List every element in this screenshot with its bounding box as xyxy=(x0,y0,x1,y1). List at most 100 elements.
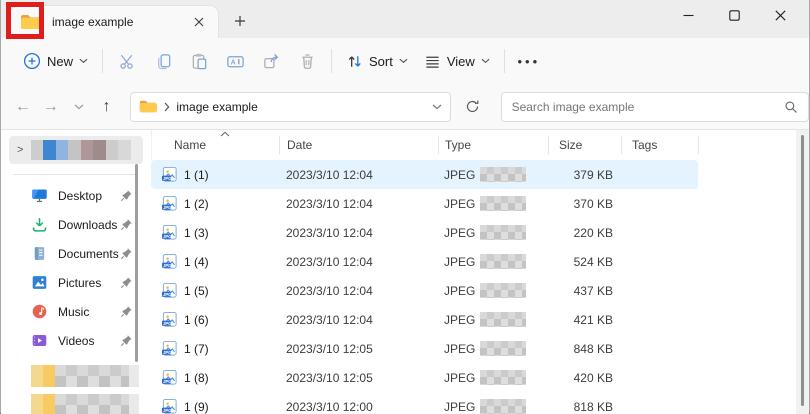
breadcrumb-path[interactable]: image example xyxy=(176,100,431,114)
paste-icon xyxy=(190,52,209,71)
new-tab-button[interactable] xyxy=(227,8,253,34)
sidebar-item-videos[interactable]: Videos xyxy=(1,326,151,355)
sidebar-item-documents[interactable]: Documents xyxy=(1,239,151,268)
chevron-right-icon[interactable]: > xyxy=(17,144,23,156)
search-box[interactable] xyxy=(501,92,809,122)
rename-button[interactable]: A xyxy=(217,45,253,77)
sidebar-item-pictures[interactable]: Pictures xyxy=(1,268,151,297)
file-type: JPEG xyxy=(438,254,548,269)
back-button[interactable]: ← xyxy=(9,93,37,121)
table-row[interactable]: JPG 1 (1) 2023/3/10 12:04 JPEG 379 KB xyxy=(151,160,698,189)
redacted-blur xyxy=(480,341,526,356)
recent-locations-button[interactable] xyxy=(65,93,93,121)
sidebar-divider xyxy=(13,174,137,175)
forward-button[interactable]: → xyxy=(37,93,65,121)
toolbar-separator xyxy=(102,49,103,73)
pin-icon xyxy=(120,189,133,202)
address-bar-row: ← → ↑ image example xyxy=(1,84,809,130)
file-type: JPEG xyxy=(438,283,548,298)
jpg-file-icon: JPG xyxy=(161,224,178,241)
paste-button[interactable] xyxy=(181,45,217,77)
svg-text:JPG: JPG xyxy=(163,379,171,384)
svg-text:JPG: JPG xyxy=(163,350,171,355)
file-name: 1 (6) xyxy=(184,313,209,327)
file-type: JPEG xyxy=(438,196,548,211)
more-options-button[interactable]: ••• xyxy=(511,45,547,77)
breadcrumb-bar[interactable]: image example xyxy=(130,92,450,122)
redacted-blur xyxy=(480,312,526,327)
sidebar-item-music[interactable]: Music xyxy=(1,297,151,326)
sidebar-item-downloads[interactable]: Downloads xyxy=(1,210,151,239)
file-date: 2023/3/10 12:04 xyxy=(279,226,438,240)
sidebar-item-redacted[interactable]: > xyxy=(9,136,143,164)
new-button[interactable]: New xyxy=(15,46,96,76)
table-row[interactable]: JPG 1 (2) 2023/3/10 12:04 JPEG 370 KB xyxy=(151,189,698,218)
table-row[interactable]: JPG 1 (7) 2023/3/10 12:05 JPEG 848 KB xyxy=(151,334,698,363)
table-row[interactable]: JPG 1 (6) 2023/3/10 12:04 JPEG 421 KB xyxy=(151,305,698,334)
column-header-tags[interactable]: Tags xyxy=(622,136,699,154)
refresh-button[interactable] xyxy=(459,93,487,121)
search-input[interactable] xyxy=(512,100,784,114)
plus-circle-icon xyxy=(23,52,41,70)
navigation-pane: > Desktop xyxy=(1,130,151,414)
delete-button[interactable] xyxy=(289,45,325,77)
toolbar-separator xyxy=(331,49,332,73)
redacted-blur xyxy=(480,196,526,211)
file-type: JPEG xyxy=(438,312,548,327)
up-button[interactable]: ↑ xyxy=(93,93,121,121)
share-button[interactable] xyxy=(253,45,289,77)
pin-icon xyxy=(120,305,133,318)
file-type: JPEG xyxy=(438,341,548,356)
table-row[interactable]: JPG 1 (8) 2023/3/10 12:05 JPEG 420 KB xyxy=(151,363,698,392)
tab-close-icon[interactable] xyxy=(188,11,210,33)
column-header-row: Name Date Type Size Tags xyxy=(151,130,796,160)
window-controls xyxy=(665,0,803,30)
sidebar-item-redacted-folder[interactable] xyxy=(31,365,141,387)
pictures-icon xyxy=(31,274,48,291)
column-header-name[interactable]: Name xyxy=(152,136,280,154)
redacted-blur xyxy=(480,167,526,182)
sidebar-item-redacted-folder[interactable] xyxy=(31,394,141,414)
pin-icon xyxy=(120,218,133,231)
sidebar-item-desktop[interactable]: Desktop xyxy=(1,181,151,210)
table-row[interactable]: JPG 1 (5) 2023/3/10 12:04 JPEG 437 KB xyxy=(151,276,698,305)
sort-button[interactable]: Sort xyxy=(338,47,416,76)
chevron-down-icon xyxy=(74,104,84,110)
table-row[interactable]: JPG 1 (3) 2023/3/10 12:04 JPEG 220 KB xyxy=(151,218,698,247)
file-date: 2023/3/10 12:05 xyxy=(279,371,438,385)
file-date: 2023/3/10 12:00 xyxy=(279,400,438,414)
file-name: 1 (2) xyxy=(184,197,209,211)
column-header-size[interactable]: Size xyxy=(549,136,622,154)
minimize-button[interactable] xyxy=(665,0,711,30)
file-name-cell: JPG 1 (7) xyxy=(151,340,279,357)
column-header-date[interactable]: Date xyxy=(280,136,439,154)
file-name: 1 (4) xyxy=(184,255,209,269)
copy-button[interactable] xyxy=(145,45,181,77)
table-row[interactable]: JPG 1 (4) 2023/3/10 12:04 JPEG 524 KB xyxy=(151,247,698,276)
file-name-cell: JPG 1 (4) xyxy=(151,253,279,270)
search-icon[interactable] xyxy=(784,100,798,114)
view-button[interactable]: View xyxy=(416,47,498,76)
file-date: 2023/3/10 12:04 xyxy=(279,255,438,269)
file-name-cell: JPG 1 (6) xyxy=(151,311,279,328)
file-size: 370 KB xyxy=(548,197,621,211)
command-toolbar: New xyxy=(1,38,809,84)
cut-button[interactable] xyxy=(109,45,145,77)
file-size: 524 KB xyxy=(548,255,621,269)
file-name: 1 (8) xyxy=(184,371,209,385)
table-row[interactable]: JPG 1 (9) 2023/3/10 12:00 JPEG 818 KB xyxy=(151,392,698,414)
close-button[interactable] xyxy=(757,0,803,30)
maximize-button[interactable] xyxy=(711,0,757,30)
vertical-scrollbar[interactable] xyxy=(796,130,809,414)
column-header-type[interactable]: Type xyxy=(439,136,549,154)
file-type: JPEG xyxy=(438,225,548,240)
trash-icon xyxy=(298,52,317,71)
address-dropdown-icon[interactable] xyxy=(432,104,442,110)
file-size: 379 KB xyxy=(548,168,621,182)
sidebar-scrollbar[interactable] xyxy=(135,164,138,362)
file-name-cell: JPG 1 (9) xyxy=(151,398,279,414)
file-date: 2023/3/10 12:04 xyxy=(279,313,438,327)
svg-text:JPG: JPG xyxy=(163,176,171,181)
file-date: 2023/3/10 12:04 xyxy=(279,168,438,182)
scrollbar-thumb[interactable] xyxy=(801,135,804,406)
